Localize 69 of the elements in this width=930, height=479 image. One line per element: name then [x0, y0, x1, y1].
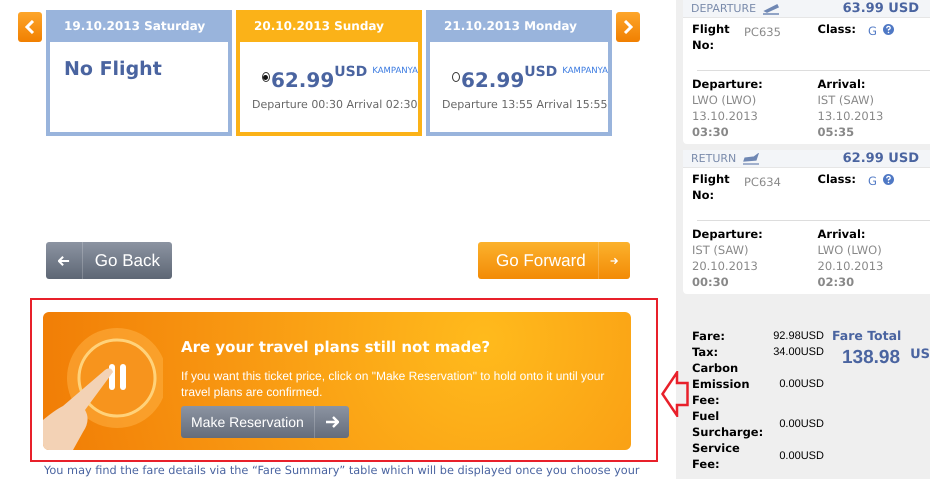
help-icon[interactable]: [882, 24, 894, 35]
help-icon[interactable]: [882, 174, 894, 185]
no-flight-message: No Flight: [64, 58, 163, 80]
departure-time: 00:30: [692, 274, 730, 290]
fare-total-label: Fare Total: [832, 328, 902, 343]
flight-price: 63.99 USD: [842, 1, 919, 16]
departure-airport: IST (SAW): [692, 242, 750, 258]
banner-title: Are your travel plans still not made?: [181, 338, 492, 356]
class-label: Class:: [818, 21, 856, 37]
fare-currency: USD: [524, 64, 558, 80]
arrival-airport: IST (SAW): [818, 92, 875, 108]
departure-time: 03:30: [692, 124, 730, 140]
chevron-right-icon: [623, 20, 633, 34]
fare-class: G: [868, 174, 877, 188]
campaign-tag: KAMPANYA: [562, 66, 608, 76]
flight-direction: DEPARTURE: [691, 2, 756, 15]
next-day-button[interactable]: [616, 12, 640, 42]
departure-date: 20.10.2013: [692, 258, 759, 274]
fare-item-label: Service Fee:: [692, 440, 741, 472]
arrival-time: 02:30: [818, 274, 856, 290]
departure-label: Departure:: [692, 226, 764, 242]
arrival-time: 05:35: [818, 124, 856, 140]
chevron-left-icon: [25, 20, 35, 34]
fare-item-label: Fare:: [692, 328, 726, 344]
fare-item-label: Tax:: [692, 344, 720, 360]
annotation-arrow-icon: [661, 371, 689, 417]
fare-item-amount: 34.00USD: [773, 346, 824, 358]
fare-price: 62.99: [460, 68, 524, 92]
takeoff-plane-icon: [762, 2, 780, 14]
class-label: Class:: [818, 171, 856, 187]
banner-description: If you want this ticket price, click on "Make Reservation" to hold onto it until your travel plans are confirmed.: [181, 368, 606, 400]
fare-total-currency: US: [910, 347, 930, 362]
landing-plane-icon: [742, 152, 760, 164]
fare-radio[interactable]: [452, 72, 460, 82]
fare-item-label: Carbon Emission Fee:: [692, 360, 750, 408]
arrow-right-icon: [324, 416, 339, 428]
campaign-tag: KAMPANYA: [372, 66, 418, 76]
fare-item-label: Fuel Surcharge:: [692, 408, 762, 440]
fare-item-amount: 0.00USD: [779, 418, 824, 430]
departure-airport: LWO (LWO): [692, 92, 758, 108]
departure-date: 13.10.2013: [692, 108, 759, 124]
arrival-airport: LWO (LWO): [818, 242, 883, 258]
day-fare-card[interactable]: 19.10.2013 Saturday No Flight: [46, 10, 232, 136]
fare-currency: USD: [334, 64, 368, 80]
departure-label: Departure:: [692, 76, 764, 92]
arrival-date: 20.10.2013: [818, 258, 884, 274]
fare-item-amount: 0.00USD: [779, 378, 824, 390]
previous-day-button[interactable]: [18, 12, 42, 42]
go-back-button[interactable]: Go Back: [46, 242, 172, 279]
fare-radio[interactable]: [262, 72, 270, 82]
flight-no-label: Flight No:: [692, 21, 731, 53]
flight-times: Departure 13:55 Arrival 15:55: [442, 98, 608, 111]
fare-total-amount: 138.98: [842, 347, 900, 369]
flight-direction: RETURN: [691, 152, 736, 165]
make-reservation-button[interactable]: Make Reservation: [181, 406, 349, 438]
flight-times: Departure 00:30 Arrival 02:30: [252, 98, 418, 111]
flight-number: PC634: [744, 174, 781, 190]
flight-price: 62.99 USD: [842, 151, 919, 166]
arrival-date: 13.10.2013: [818, 108, 884, 124]
flight-number: PC635: [744, 24, 781, 40]
arrival-label: Arrival:: [818, 226, 866, 242]
fare-item-amount: 92.98USD: [773, 330, 824, 342]
fare-details-note: You may find the fare details via the “Fare Summary” table which will be displayed once you choose your: [44, 464, 641, 477]
fare-price: 62.99: [270, 68, 334, 92]
fare-item-amount: 0.00USD: [779, 450, 824, 462]
fare-class: G: [868, 24, 877, 38]
arrival-label: Arrival:: [818, 76, 866, 92]
arrow-left-icon: [58, 254, 70, 266]
flight-no-label: Flight No:: [692, 171, 731, 203]
